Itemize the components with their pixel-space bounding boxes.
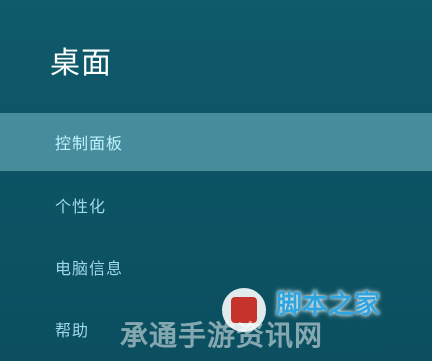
menu-item-label: 控制面板 [55, 134, 124, 153]
watermark-site-name: 脚本之家 [276, 290, 381, 320]
watermark-subtitle: 承通手游资讯网 [120, 319, 324, 352]
menu-item-label: 个性化 [55, 197, 107, 216]
panel-title: 桌面 [50, 46, 112, 81]
menu-item-personalization[interactable]: 个性化 [0, 176, 432, 234]
menu-item-label: 帮助 [55, 321, 90, 340]
menu-item-label: 电脑信息 [55, 259, 124, 278]
menu-item-control-panel[interactable]: 控制面板 [0, 113, 432, 171]
